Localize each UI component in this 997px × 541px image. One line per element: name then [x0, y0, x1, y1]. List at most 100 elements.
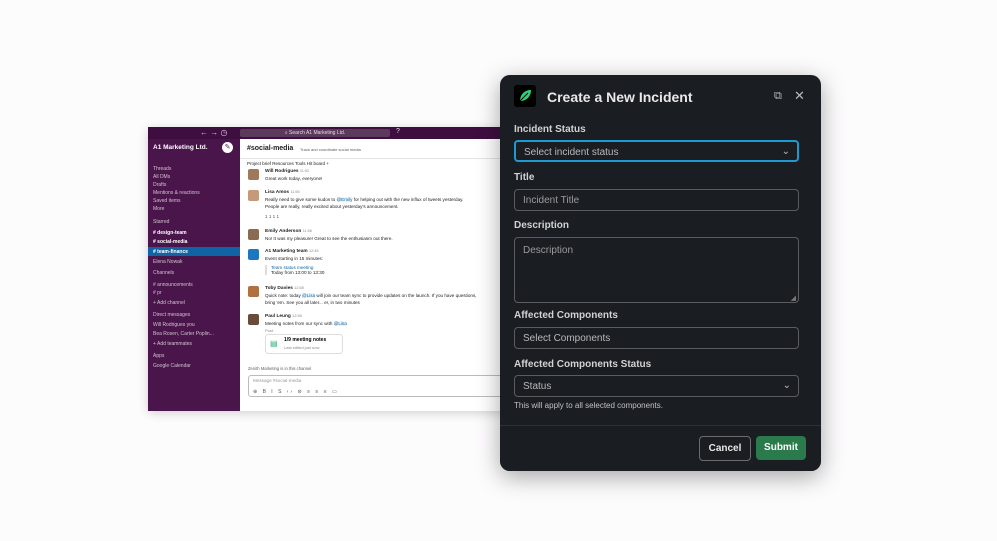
sidebar-item[interactable]: + Add channel: [153, 300, 185, 306]
message-author[interactable]: Lisa Amos 11:55: [265, 190, 300, 195]
post-attachment[interactable]: ▤ 1/9 meeting notes Last edited just now: [265, 334, 343, 354]
affected-components-select[interactable]: Select Components: [514, 327, 799, 349]
message: Paul Leung 12:58 Meeting notes from our …: [248, 314, 508, 364]
components-status-value: Status: [523, 381, 552, 392]
incident-status-select[interactable]: Select incident status ⌄: [514, 140, 799, 162]
event-card[interactable]: Team status meeting Today from 13:00 to …: [265, 265, 324, 275]
bookmarks-bar[interactable]: Project brief Resources Tools Hit board …: [247, 161, 329, 166]
sidebar-item[interactable]: Starred: [153, 219, 169, 225]
close-icon[interactable]: ✕: [794, 88, 805, 104]
avatar: [248, 169, 259, 180]
sidebar-item[interactable]: More: [153, 206, 164, 212]
leaf-icon: [519, 90, 531, 102]
message-composer[interactable]: Message #social-media ⊕ B I S ‹› ⊘ ≡ ≡ ≡…: [248, 375, 526, 397]
sidebar-item[interactable]: Threads: [153, 166, 171, 172]
help-icon[interactable]: ?: [396, 128, 400, 135]
cancel-button[interactable]: Cancel: [699, 436, 751, 461]
message-author[interactable]: Paul Leung 12:58: [265, 314, 302, 319]
modal-title: Create a New Incident: [547, 89, 693, 105]
avatar: [248, 314, 259, 325]
doc-subtitle: Last edited just now: [284, 345, 320, 350]
message-text: Really need to give some kudos to @Emily…: [265, 197, 464, 202]
message-author[interactable]: Emily Anderson 11:56: [265, 229, 312, 234]
components-status-label: Affected Components Status: [514, 359, 652, 370]
incident-status-label: Incident Status: [514, 124, 586, 135]
sidebar-item[interactable]: # pr: [153, 290, 162, 296]
sidebar-item[interactable]: Bea Rosen, Carter Poplin...: [153, 331, 214, 337]
message: Will Rodrigues 11:52 Great work today, e…: [248, 169, 508, 185]
calendar-app-avatar: [248, 249, 259, 260]
document-icon: ▤: [270, 339, 278, 348]
sidebar-item[interactable]: Will Rodrigues you: [153, 322, 195, 328]
sidebar-item[interactable]: Direct messages: [153, 312, 190, 318]
sidebar-item[interactable]: Google Calendar: [153, 363, 191, 369]
sidebar-item[interactable]: Apps: [153, 353, 164, 359]
event-time: Today from 13:00 to 13:30: [271, 270, 325, 275]
message-text: Meeting notes from our sync with @Lisa: [265, 321, 347, 326]
message-text: People are really, really excited about …: [265, 204, 399, 209]
post-label: Post: [265, 328, 274, 333]
channel-view: #social-media Track and coordinate socia…: [240, 139, 526, 411]
submit-button[interactable]: Submit: [756, 436, 806, 460]
message-text: No! It was my pleasure! Great to see the…: [265, 236, 393, 241]
chevron-down-icon: ⌄: [781, 146, 790, 157]
avatar: [248, 229, 259, 240]
message-author[interactable]: Toby Davies 12:58: [265, 286, 304, 291]
affected-components-label: Affected Components: [514, 310, 618, 321]
channel-topic: Track and coordinate social media: [300, 147, 361, 152]
description-placeholder: Description: [523, 245, 574, 256]
sidebar: A1 Marketing Ltd. ✎ Threads All DMs Drafts…: [148, 139, 240, 411]
channel-title[interactable]: #social-media: [247, 145, 293, 152]
message: Emily Anderson 11:56 No! It was my pleas…: [248, 229, 508, 245]
sidebar-item[interactable]: Elena Nowak: [153, 259, 182, 265]
sidebar-item[interactable]: # design-team: [153, 230, 187, 236]
resize-handle-icon[interactable]: ◢: [791, 294, 796, 302]
slack-topbar: ← → ◷ ⌕ Search A1 Marketing Ltd. ?: [148, 127, 526, 139]
title-placeholder: Incident Title: [523, 195, 580, 206]
sidebar-item[interactable]: # announcements: [153, 282, 193, 288]
sidebar-item[interactable]: + Add teammates: [153, 341, 192, 347]
sidebar-item[interactable]: Mentions & reactions: [153, 190, 200, 196]
components-status-hint: This will apply to all selected componen…: [514, 401, 663, 410]
sidebar-item[interactable]: Saved items: [153, 198, 181, 204]
search-text: Search A1 Marketing Ltd.: [289, 130, 346, 136]
header-divider: [240, 158, 526, 159]
app-logo: [514, 85, 536, 107]
message: Lisa Amos 11:55 Really need to give some…: [248, 190, 508, 228]
create-incident-modal: Create a New Incident ⧉ ✕ Incident Statu…: [500, 75, 821, 471]
sidebar-item[interactable]: # social-media: [153, 239, 187, 245]
sidebar-item[interactable]: All DMs: [153, 174, 170, 180]
message-author[interactable]: A1 Marketing team 12:45: [265, 249, 319, 254]
avatar: [248, 286, 259, 297]
workspace-name[interactable]: A1 Marketing Ltd.: [153, 144, 208, 151]
incident-status-value: Select incident status: [524, 147, 619, 158]
incident-title-input[interactable]: Incident Title: [514, 189, 799, 211]
reactions[interactable]: 1 1 1 1: [265, 214, 279, 219]
avatar: [248, 190, 259, 201]
join-note: Zenith Marketing is in this channel: [248, 366, 312, 371]
components-placeholder: Select Components: [523, 333, 611, 344]
slack-window: ← → ◷ ⌕ Search A1 Marketing Ltd. ? A1 Ma…: [148, 127, 526, 411]
formatting-toolbar[interactable]: ⊕ B I S ‹› ⊘ ≡ ≡ ≡ ▭: [253, 389, 339, 395]
message: Toby Davies 12:58 Quick note: today @Lis…: [248, 286, 508, 310]
title-label: Title: [514, 172, 535, 183]
doc-title: 1/9 meeting notes: [284, 337, 327, 343]
sidebar-item[interactable]: # team-finance: [153, 249, 188, 255]
description-textarea[interactable]: Description ◢: [514, 237, 799, 303]
message-author[interactable]: Will Rodrigues 11:52: [265, 169, 309, 174]
message-text: Event starting in 15 minutes:: [265, 256, 323, 261]
message: A1 Marketing team 12:45 Event starting i…: [248, 249, 508, 283]
search-bar[interactable]: ⌕ Search A1 Marketing Ltd.: [240, 129, 390, 137]
sidebar-item[interactable]: Channels: [153, 270, 174, 276]
composer-placeholder: Message #social-media: [253, 378, 302, 383]
external-link-icon[interactable]: ⧉: [774, 90, 782, 103]
modal-footer: Cancel Submit: [500, 425, 821, 471]
chevron-down-icon: ⌄: [782, 380, 791, 391]
compose-icon[interactable]: ✎: [222, 142, 233, 153]
message-text: Quick note: today @Lisa will join our te…: [265, 293, 477, 298]
sidebar-item[interactable]: Drafts: [153, 182, 166, 188]
description-label: Description: [514, 220, 570, 231]
components-status-select[interactable]: Status ⌄: [514, 375, 799, 397]
history-nav-icons[interactable]: ← → ◷: [200, 128, 227, 137]
message-text: Great work today, everyone!: [265, 176, 323, 181]
